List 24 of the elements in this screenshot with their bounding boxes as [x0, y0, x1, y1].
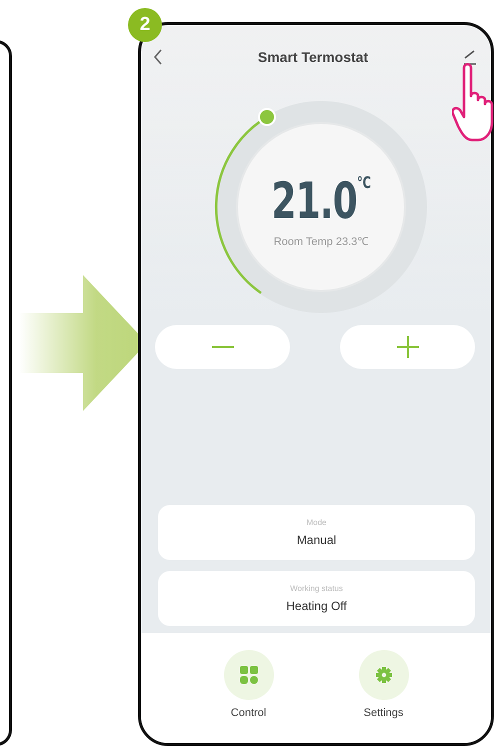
card-label: Mode [306, 518, 326, 527]
gear-icon [376, 667, 392, 683]
info-card[interactable]: Mode Manual [158, 505, 475, 560]
decrease-button[interactable] [155, 325, 290, 369]
card-value: Manual [296, 533, 336, 547]
card-label: Working status [290, 584, 343, 593]
nav-label: Settings [364, 707, 404, 719]
room-temperature: Room Temp 23.3℃ [274, 235, 368, 248]
grid-icon [240, 666, 258, 684]
hand-pointer-icon [452, 62, 494, 142]
back-icon[interactable] [153, 49, 163, 65]
setpoint-temperature: 21.0$^{℃}$ [272, 173, 370, 229]
step-badge: 2 [128, 8, 162, 42]
nav-button[interactable] [224, 650, 274, 700]
nav-label: Control [230, 707, 266, 719]
plus-icon [396, 336, 418, 358]
minus-icon [212, 345, 234, 349]
info-card[interactable]: Working status Heating Off [158, 571, 475, 626]
dial-handle[interactable] [258, 108, 276, 126]
edit-icon[interactable] [463, 49, 477, 65]
screen-title: Smart Termostat [258, 49, 368, 65]
nav-button[interactable] [358, 650, 408, 700]
card-value: Heating Off [286, 599, 347, 613]
increase-button[interactable] [340, 325, 475, 369]
